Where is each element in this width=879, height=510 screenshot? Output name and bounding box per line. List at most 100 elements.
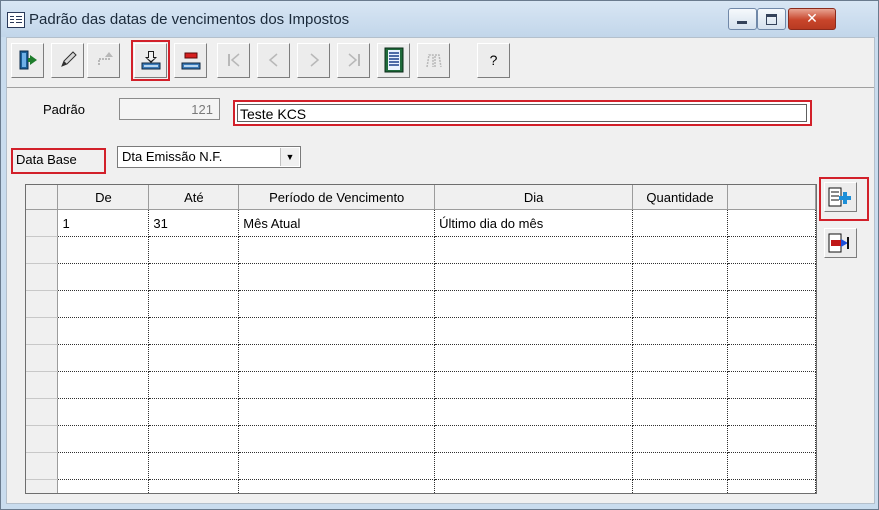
- row-header-cell[interactable]: [26, 236, 59, 264]
- row-header-cell[interactable]: [26, 479, 59, 493]
- add-row-button[interactable]: [824, 182, 857, 212]
- table-row[interactable]: [26, 290, 816, 318]
- row-header-cell[interactable]: [26, 425, 59, 453]
- table-row[interactable]: [26, 317, 816, 345]
- cell-ate[interactable]: [148, 263, 240, 291]
- cell-dia[interactable]: [434, 317, 634, 345]
- chevron-down-icon[interactable]: ▼: [280, 148, 299, 166]
- previous-record-button[interactable]: [257, 43, 290, 78]
- cell-quantidade[interactable]: [632, 290, 729, 318]
- cell-ate[interactable]: [148, 425, 240, 453]
- cell-periodo[interactable]: [238, 452, 436, 480]
- cell-dia[interactable]: Último dia do mês: [434, 209, 634, 237]
- column-header-ate[interactable]: Até: [148, 185, 240, 210]
- cell-ate[interactable]: [148, 479, 240, 493]
- cell-de[interactable]: [57, 344, 150, 372]
- title-bar[interactable]: Padrão das datas de vencimentos dos Impo…: [1, 1, 878, 37]
- cell-periodo[interactable]: Mês Atual: [238, 209, 436, 237]
- row-header-cell[interactable]: [26, 317, 59, 345]
- cell-ate[interactable]: 31: [148, 209, 240, 237]
- cell-dia[interactable]: [434, 263, 634, 291]
- cell-dia[interactable]: [434, 398, 634, 426]
- cell-periodo[interactable]: [238, 425, 436, 453]
- table-row[interactable]: [26, 344, 816, 372]
- cell-dia[interactable]: [434, 479, 634, 493]
- cell-de[interactable]: [57, 290, 150, 318]
- column-header-dia[interactable]: Dia: [434, 185, 634, 210]
- cell-periodo[interactable]: [238, 344, 436, 372]
- column-header-quantidade[interactable]: Quantidade: [632, 185, 729, 210]
- first-record-button[interactable]: [217, 43, 250, 78]
- row-header-cell[interactable]: [26, 371, 59, 399]
- minimize-button[interactable]: [728, 8, 757, 30]
- next-record-button[interactable]: [297, 43, 330, 78]
- cell-de[interactable]: [57, 236, 150, 264]
- cell-quantidade[interactable]: [632, 236, 729, 264]
- row-header-cell[interactable]: [26, 452, 59, 480]
- table-row[interactable]: [26, 263, 816, 291]
- cell-de[interactable]: [57, 398, 150, 426]
- remove-row-button[interactable]: [824, 228, 857, 258]
- delete-button[interactable]: [174, 43, 207, 78]
- cell-quantidade[interactable]: [632, 263, 729, 291]
- cell-periodo[interactable]: [238, 371, 436, 399]
- row-header-cell[interactable]: [26, 344, 59, 372]
- close-button[interactable]: ✕: [788, 8, 836, 30]
- cell-quantidade[interactable]: [632, 479, 729, 493]
- cell-quantidade[interactable]: [632, 371, 729, 399]
- cell-quantidade[interactable]: [632, 425, 729, 453]
- undo-button[interactable]: [87, 43, 120, 78]
- cell-periodo[interactable]: [238, 398, 436, 426]
- cell-dia[interactable]: [434, 290, 634, 318]
- column-header-de[interactable]: De: [57, 185, 150, 210]
- cell-quantidade[interactable]: [632, 344, 729, 372]
- cell-ate[interactable]: [148, 344, 240, 372]
- table-row[interactable]: [26, 398, 816, 426]
- cell-quantidade[interactable]: [632, 452, 729, 480]
- row-header-cell[interactable]: [26, 209, 59, 237]
- exit-button[interactable]: [11, 43, 44, 78]
- table-row[interactable]: [26, 479, 816, 493]
- cell-ate[interactable]: [148, 452, 240, 480]
- cell-dia[interactable]: [434, 371, 634, 399]
- table-row[interactable]: [26, 452, 816, 480]
- row-header-cell[interactable]: [26, 263, 59, 291]
- cell-de[interactable]: [57, 479, 150, 493]
- cell-periodo[interactable]: [238, 236, 436, 264]
- cell-ate[interactable]: [148, 371, 240, 399]
- cell-periodo[interactable]: [238, 290, 436, 318]
- cell-ate[interactable]: [148, 398, 240, 426]
- last-record-button[interactable]: [337, 43, 370, 78]
- cell-ate[interactable]: [148, 317, 240, 345]
- cell-de[interactable]: [57, 371, 150, 399]
- maximize-button[interactable]: [757, 8, 786, 30]
- column-header-periodo[interactable]: Período de Vencimento: [238, 185, 436, 210]
- cell-de[interactable]: [57, 263, 150, 291]
- data-base-dropdown[interactable]: Dta Emissão N.F. ▼: [117, 146, 301, 168]
- cell-periodo[interactable]: [238, 317, 436, 345]
- edit-button[interactable]: [51, 43, 84, 78]
- cell-ate[interactable]: [148, 290, 240, 318]
- table-row[interactable]: [26, 425, 816, 453]
- cell-quantidade[interactable]: [632, 317, 729, 345]
- cell-de[interactable]: [57, 452, 150, 480]
- cell-de[interactable]: [57, 317, 150, 345]
- search-button[interactable]: [417, 43, 450, 78]
- row-header-cell[interactable]: [26, 398, 59, 426]
- help-button[interactable]: ?: [477, 43, 510, 78]
- padrao-description-field[interactable]: Teste KCS: [237, 104, 807, 122]
- cell-periodo[interactable]: [238, 479, 436, 493]
- cell-quantidade[interactable]: [632, 398, 729, 426]
- list-button[interactable]: [377, 43, 410, 78]
- table-row[interactable]: [26, 371, 816, 399]
- cell-de[interactable]: 1: [57, 209, 150, 237]
- save-button[interactable]: [131, 40, 170, 81]
- cell-dia[interactable]: [434, 452, 634, 480]
- cell-dia[interactable]: [434, 344, 634, 372]
- cell-quantidade[interactable]: [632, 209, 729, 237]
- row-header-cell[interactable]: [26, 290, 59, 318]
- table-row[interactable]: [26, 236, 816, 264]
- cell-dia[interactable]: [434, 425, 634, 453]
- table-row[interactable]: 1 31 Mês Atual Último dia do mês: [26, 209, 816, 237]
- padrao-number-field[interactable]: 121: [119, 98, 220, 120]
